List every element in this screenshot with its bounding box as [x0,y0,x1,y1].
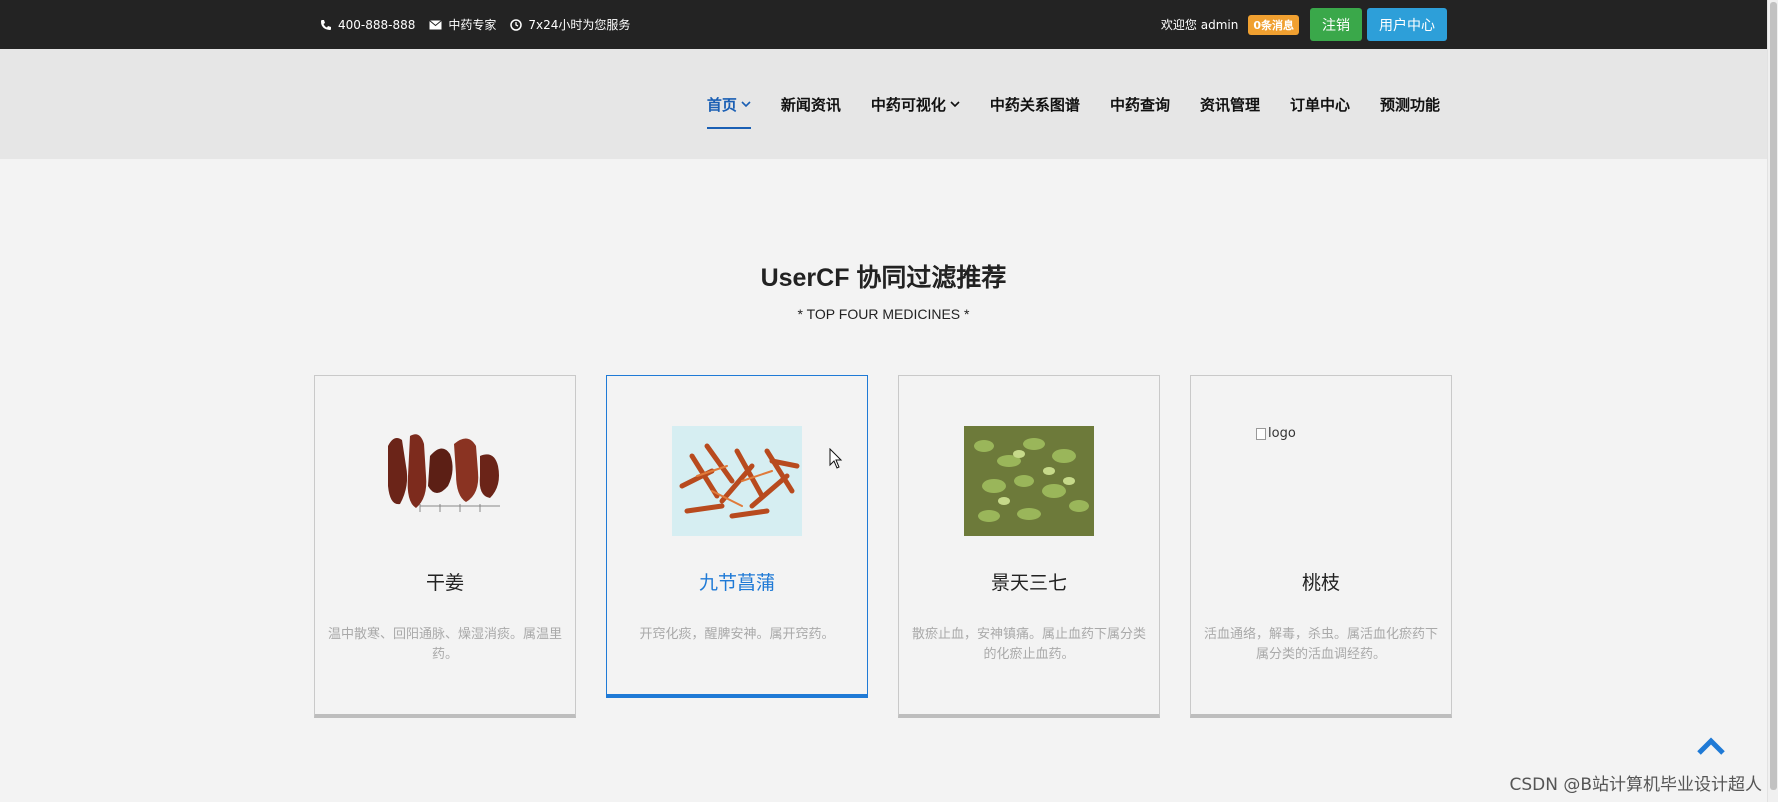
service-hours: 7x24小时为您服务 [510,16,630,33]
scrollbar[interactable] [1767,0,1778,802]
phone-icon [321,19,331,30]
medicine-card[interactable]: 景天三七 散瘀止血，安神镇痛。属止血药下属分类的化瘀止血药。 [898,375,1160,718]
expert-contact: 中药专家 [429,16,496,33]
nav-item-visualization[interactable]: 中药可视化 [871,49,960,159]
envelope-icon [429,19,443,29]
top-bar: 400-888-888 中药专家 7x24小时为您服务 欢迎您 admin 0条… [0,0,1767,49]
medicine-description: 活血通络，解毒，杀虫。属活血化瘀药下属分类的活血调经药。 [1203,627,1438,662]
medicine-card[interactable]: 九节菖蒲 开窍化痰，醒脾安神。属开窍药。 [606,375,868,698]
nav-item-graph[interactable]: 中药关系图谱 [990,49,1080,159]
section-title: UserCF 协同过滤推荐 [760,264,1007,292]
welcome-text: 欢迎您 admin [1160,18,1239,32]
medicine-card[interactable]: 干姜 温中散寒、回阳通脉、燥湿消痰。属温里药。 [314,375,576,718]
medicine-description: 散瘀止血，安神镇痛。属止血药下属分类的化瘀止血药。 [911,627,1146,662]
medicine-card[interactable]: logo 桃枝 活血通络，解毒，杀虫。属活血化瘀药下属分类的活血调经药。 [1190,375,1452,718]
watermark: CSDN @B站计算机毕业设计超人 [1509,775,1762,795]
back-to-top-icon[interactable] [1696,736,1726,756]
medicine-image [964,426,1094,536]
nav-item-orders[interactable]: 订单中心 [1290,49,1350,159]
phone-contact: 400-888-888 [320,18,415,32]
contact-info: 400-888-888 中药专家 7x24小时为您服务 [320,0,630,49]
nav-item-news-admin[interactable]: 资讯管理 [1200,49,1260,159]
medicine-image [672,426,802,536]
medicine-description: 温中散寒、回阳通脉、燥湿消痰。属温里药。 [327,627,562,662]
chevron-down-icon [741,101,751,108]
clock-icon [510,18,523,31]
nav-label: 中药关系图谱 [989,95,1080,114]
nav-label: 新闻资讯 [780,95,841,114]
nav-item-news[interactable]: 新闻资讯 [781,49,841,159]
medicine-description: 开窍化痰，醒脾安神。属开窍药。 [639,627,835,642]
scrollbar-thumb[interactable] [1770,2,1777,790]
medicine-name: 干姜 [425,572,464,594]
message-badge[interactable]: 0条消息 [1248,14,1299,35]
medicine-name: 景天三七 [990,572,1067,594]
service-label: 7x24小时为您服务 [528,18,631,32]
broken-image: logo [1256,426,1296,441]
recommendation-cards: 干姜 温中散寒、回阳通脉、燥湿消痰。属温里药。 九节菖蒲 开窍化痰，醒脾安神。属… [314,375,1452,718]
user-center-button[interactable]: 用户中心 [1367,8,1447,41]
medicine-name: 九节菖蒲 [698,572,775,594]
user-area: 欢迎您 admin 0条消息 注销 用户中心 [1161,0,1447,49]
mouse-cursor-icon [829,448,843,469]
section-subtitle: * TOP FOUR MEDICINES * [797,306,970,322]
medicine-image [380,426,510,536]
logout-button[interactable]: 注销 [1310,8,1362,41]
nav-item-home[interactable]: 首页 [706,49,751,159]
phone-number: 400-888-888 [338,17,416,32]
nav-label: 中药可视化 [870,95,946,114]
nav-item-prediction[interactable]: 预测功能 [1380,49,1440,159]
nav-item-search[interactable]: 中药查询 [1110,49,1170,159]
expert-label: 中药专家 [448,18,497,32]
nav-label: 首页 [706,95,737,114]
main-nav: 首页 新闻资讯 中药可视化 中药关系图谱 中药查询 资讯管理 订单中心 预测功能 [706,49,1440,159]
nav-label: 资讯管理 [1199,95,1260,114]
broken-image-icon [1256,427,1266,440]
medicine-name: 桃枝 [1301,572,1340,594]
main-header: 首页 新闻资讯 中药可视化 中药关系图谱 中药查询 资讯管理 订单中心 预测功能 [0,49,1767,159]
nav-label: 预测功能 [1379,95,1440,114]
nav-label: 订单中心 [1289,95,1350,114]
nav-label: 中药查询 [1109,95,1170,114]
image-alt-text: logo [1268,426,1296,441]
chevron-down-icon [950,101,960,108]
